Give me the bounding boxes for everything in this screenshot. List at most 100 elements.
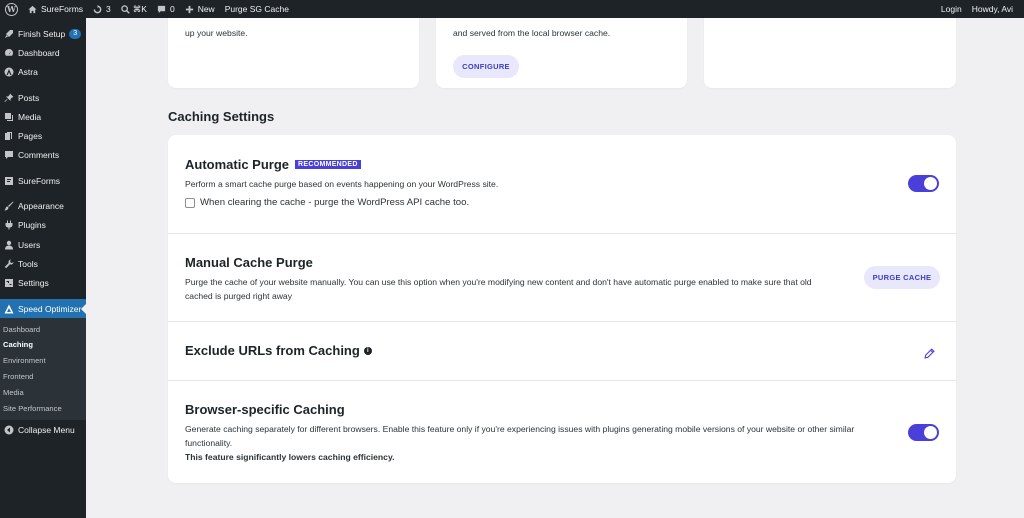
sidebar-item-dashboard[interactable]: Dashboard xyxy=(0,43,86,62)
manual-purge-desc-line-1: Purge the cache of your website manually… xyxy=(185,277,812,287)
admin-sidebar: Finish Setup 3 Dashboard Astra Posts Med… xyxy=(0,18,86,518)
login-link[interactable]: Login xyxy=(936,0,967,18)
automatic-purge-toggle[interactable] xyxy=(908,175,939,192)
site-name-label: SureForms xyxy=(41,4,84,14)
manual-purge-row: Manual Cache Purge Purge the cache of yo… xyxy=(168,234,956,322)
sidebar-item-pages[interactable]: Pages xyxy=(0,126,86,145)
howdy-label: Howdy, Avi xyxy=(971,4,1013,14)
sidebar-item-label: SureForms xyxy=(18,175,61,186)
wordpress-logo-button[interactable]: W xyxy=(0,0,23,18)
site-name-link[interactable]: SureForms xyxy=(23,0,88,18)
configure-button[interactable]: CONFIGURE xyxy=(453,55,519,78)
feature-card-2: and served from the local browser cache.… xyxy=(436,18,687,88)
browser-caching-title: Browser-specific Caching xyxy=(185,402,345,417)
submenu-item-environment[interactable]: Environment xyxy=(0,353,86,369)
finish-setup-badge: 3 xyxy=(69,28,82,39)
paintbrush-icon xyxy=(3,201,14,212)
submenu-item-frontend[interactable]: Frontend xyxy=(0,369,86,385)
sidebar-item-posts[interactable]: Posts xyxy=(0,88,86,107)
manual-purge-description: Purge the cache of your website manually… xyxy=(185,275,812,303)
info-icon[interactable]: i xyxy=(363,346,372,355)
submenu-item-site-performance[interactable]: Site Performance xyxy=(0,400,86,416)
automatic-purge-title: Automatic Purge xyxy=(185,157,290,172)
purge-cache-button[interactable]: PURGE CACHE xyxy=(864,266,940,289)
exclude-urls-title: Exclude URLs from Caching xyxy=(185,343,360,358)
sidebar-item-comments[interactable]: Comments xyxy=(0,146,86,165)
wordpress-icon: W xyxy=(5,2,18,16)
sidebar-item-users[interactable]: Users xyxy=(0,235,86,254)
browser-caching-row: Browser-specific Caching Generate cachin… xyxy=(168,381,956,483)
pages-icon xyxy=(3,131,14,142)
feature-card-1-text: up your website. xyxy=(185,28,248,38)
rocket-icon xyxy=(3,28,14,39)
user-account-menu[interactable]: Howdy, Avi xyxy=(967,0,1018,18)
comment-icon xyxy=(3,150,14,161)
browser-caching-toggle[interactable] xyxy=(908,424,939,441)
main-content: up your website. and served from the loc… xyxy=(86,18,1024,518)
submenu-item-media[interactable]: Media xyxy=(0,384,86,400)
sidebar-item-sureforms[interactable]: SureForms xyxy=(0,171,86,190)
sidebar-item-label: Media xyxy=(18,111,42,122)
browser-caching-description: Generate caching separately for differen… xyxy=(185,422,854,464)
sidebar-item-appearance[interactable]: Appearance xyxy=(0,196,86,215)
speed-optimizer-icon xyxy=(3,303,14,314)
collapse-menu-label: Collapse Menu xyxy=(18,424,75,435)
browser-caching-desc-line-2: functionality. xyxy=(185,438,233,448)
browser-caching-warning: This feature significantly lowers cachin… xyxy=(185,452,395,462)
comments-count: 0 xyxy=(169,4,175,14)
automatic-purge-title-wrap: Automatic Purge RECOMMENDED xyxy=(185,157,361,172)
purge-api-cache-option[interactable]: When clearing the cache - purge the Word… xyxy=(185,197,469,208)
speed-optimizer-submenu: Dashboard Caching Environment Frontend M… xyxy=(0,318,86,420)
manual-purge-desc-line-2: cached is purged right away xyxy=(185,291,293,301)
search-icon xyxy=(121,4,130,14)
sidebar-item-label: Settings xyxy=(18,278,49,289)
sidebar-item-astra[interactable]: Astra xyxy=(0,63,86,82)
sidebar-item-speed-optimizer[interactable]: Speed Optimizer xyxy=(0,298,86,319)
purge-sg-cache-label: Purge SG Cache xyxy=(224,4,289,14)
sidebar-item-settings[interactable]: Settings xyxy=(0,274,86,293)
submenu-item-dashboard[interactable]: Dashboard xyxy=(0,321,86,337)
astra-icon xyxy=(3,67,14,78)
media-icon xyxy=(3,111,14,122)
manual-purge-title: Manual Cache Purge xyxy=(185,255,313,270)
browser-caching-desc-line-1: Generate caching separately for differen… xyxy=(185,424,855,434)
home-icon xyxy=(28,5,37,13)
sidebar-item-media[interactable]: Media xyxy=(0,107,86,126)
sidebar-item-label: Tools xyxy=(18,258,38,269)
login-label: Login xyxy=(940,4,962,14)
submenu-item-caching[interactable]: Caching xyxy=(0,337,86,353)
sidebar-item-label: Pages xyxy=(18,131,43,142)
sidebar-item-tools[interactable]: Tools xyxy=(0,254,86,273)
new-content-link[interactable]: New xyxy=(180,0,220,18)
pushpin-icon xyxy=(3,92,14,103)
updates-count: 3 xyxy=(106,4,111,14)
sidebar-item-label: Speed Optimizer xyxy=(18,303,82,314)
updates-link[interactable]: 3 xyxy=(88,0,116,18)
sidebar-item-label: Posts xyxy=(18,92,40,103)
collapse-menu-button[interactable]: Collapse Menu xyxy=(0,420,86,439)
feature-card-3 xyxy=(704,18,956,88)
command-palette-button[interactable]: ⌘K xyxy=(116,0,152,18)
sidebar-item-label: Comments xyxy=(18,150,60,161)
purge-api-cache-checkbox[interactable] xyxy=(185,197,195,208)
purge-sg-cache-link[interactable]: Purge SG Cache xyxy=(220,0,294,18)
sidebar-item-label: Finish Setup xyxy=(18,28,66,39)
admin-bar: W SureForms 3 ⌘K 0 New Purge SG Cache Lo… xyxy=(0,0,1024,18)
refresh-icon xyxy=(93,4,102,13)
comments-link[interactable]: 0 xyxy=(152,0,180,18)
recommended-badge: RECOMMENDED xyxy=(295,160,361,169)
sidebar-item-label: Plugins xyxy=(18,220,46,231)
sidebar-item-plugins[interactable]: Plugins xyxy=(0,216,86,235)
caching-settings-card: Automatic Purge RECOMMENDED Perform a sm… xyxy=(168,135,956,483)
section-title: Caching Settings xyxy=(168,109,275,124)
sidebar-item-finish-setup[interactable]: Finish Setup 3 xyxy=(0,24,86,43)
sidebar-item-label: Users xyxy=(18,239,41,250)
feature-card-2-text: and served from the local browser cache. xyxy=(453,28,611,38)
comment-icon xyxy=(157,5,166,13)
purge-api-cache-label: When clearing the cache - purge the Word… xyxy=(200,197,470,208)
exclude-urls-title-wrap: Exclude URLs from Caching i xyxy=(185,343,372,358)
new-label: New xyxy=(197,4,215,14)
users-icon xyxy=(3,239,14,250)
automatic-purge-row: Automatic Purge RECOMMENDED Perform a sm… xyxy=(168,135,956,234)
edit-pencil-icon[interactable] xyxy=(924,346,935,364)
